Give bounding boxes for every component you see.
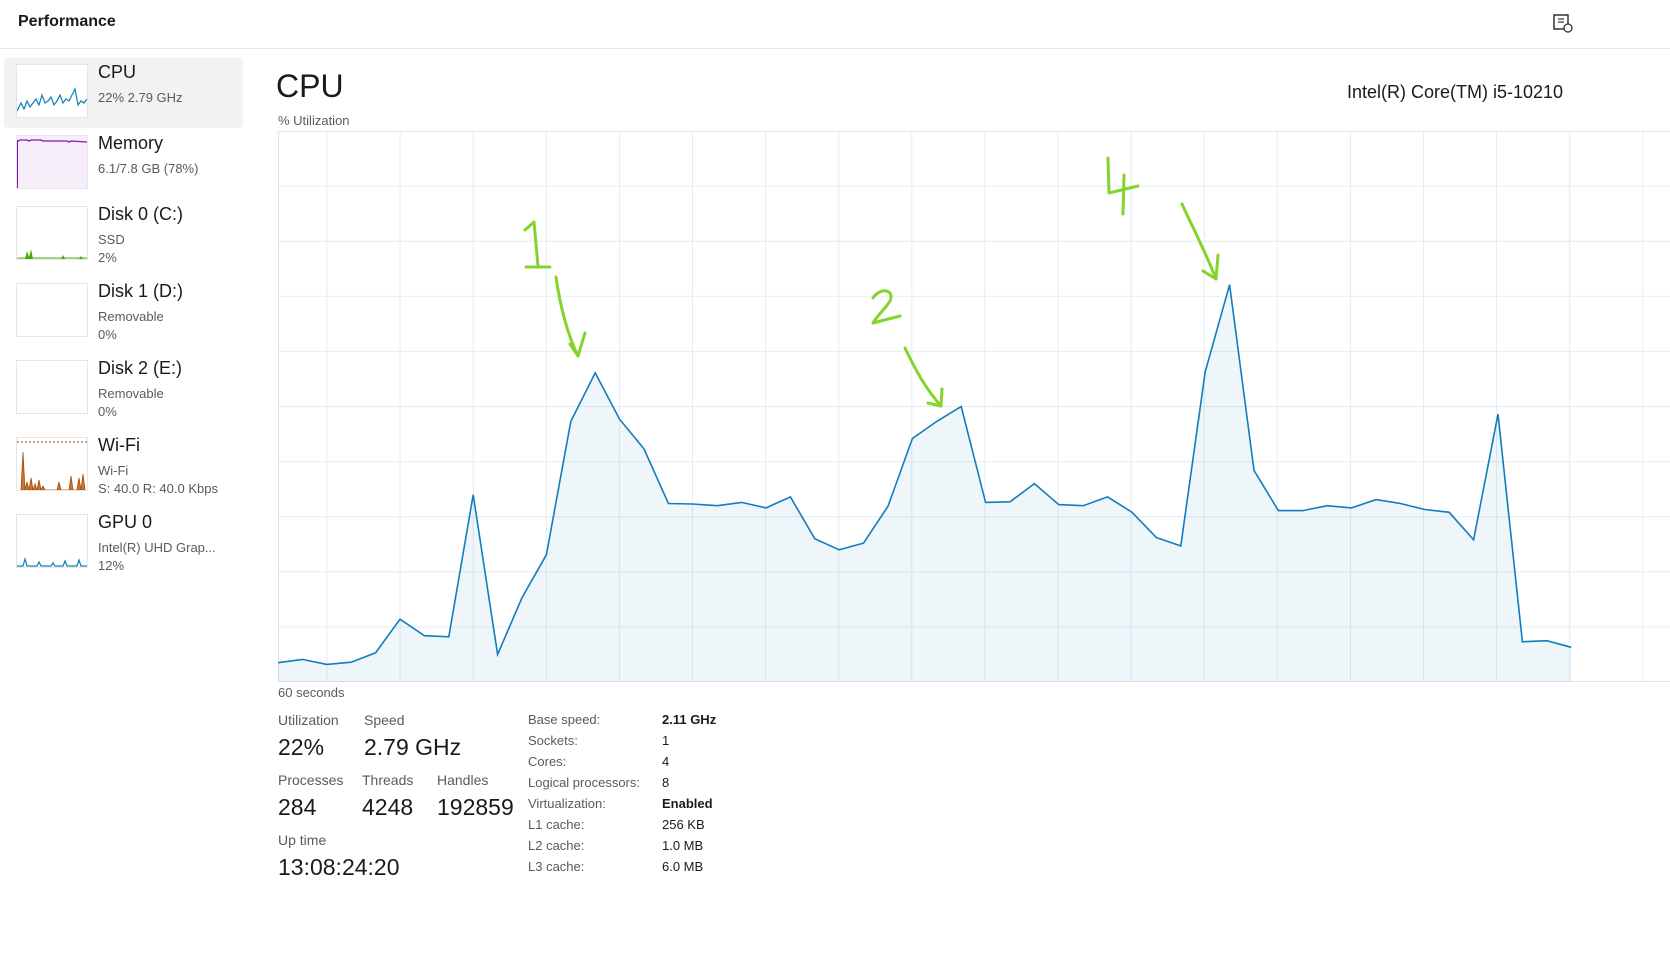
sidebar-item-label: Disk 0 (C:) (98, 204, 183, 224)
speed-value: 2.79 GHz (364, 734, 462, 760)
spec-value-l3-cache: 6.0 MB (662, 859, 704, 874)
processes-value: 284 (278, 794, 317, 820)
sidebar-item-label: Disk 2 (E:) (98, 358, 183, 378)
disk-1-thumbnail-graph (16, 283, 88, 337)
spec-value-cores: 4 (662, 754, 670, 769)
spec-value-l1-cache: 256 KB (662, 817, 705, 832)
sidebar-item-detail: 0% (98, 404, 117, 419)
annotation-1: 1 (523, 220, 587, 358)
title-bar: Performance (0, 0, 1670, 49)
spec-key-l1-cache: L1 cache: (528, 817, 585, 832)
page-title: Performance (18, 13, 116, 30)
annotation-2: 2 (871, 289, 944, 408)
cpu-utilization-graph: 1 2 4 (278, 131, 1670, 682)
spec-key-logical-processors: Logical processors: (528, 775, 640, 790)
sidebar-item-detail: Wi-Fi (98, 463, 129, 478)
disk-0-thumbnail-graph (16, 206, 88, 260)
spec-key-sockets: Sockets: (528, 733, 578, 748)
cpu-model-name: Intel(R) Core(TM) i5-10210 (1347, 82, 1564, 102)
sidebar-item-label: GPU 0 (98, 512, 153, 532)
time-axis-label: 60 seconds (278, 685, 345, 700)
main-title: CPU (276, 68, 344, 104)
sidebar-item-detail: 22% 2.79 GHz (98, 90, 183, 105)
sidebar-item-detail: Removable (98, 386, 164, 401)
sidebar-item-wifi[interactable]: Wi-Fi Wi-Fi S: 40.0 R: 40.0 Kbps (4, 431, 243, 501)
uptime-value: 13:08:24:20 (278, 854, 400, 880)
sidebar-item-disk-1[interactable]: Disk 1 (D:) Removable 0% (4, 277, 243, 347)
sidebar-item-detail: S: 40.0 R: 40.0 Kbps (98, 481, 218, 496)
disk-2-thumbnail-graph (16, 360, 88, 414)
processes-label: Processes (278, 772, 344, 788)
sidebar-item-label: Memory (98, 133, 164, 153)
speed-label: Speed (364, 712, 405, 728)
spec-key-cores: Cores: (528, 754, 567, 769)
utilization-value: 22% (278, 734, 325, 760)
memory-thumbnail-graph (16, 135, 88, 189)
sidebar-item-gpu-0[interactable]: GPU 0 Intel(R) UHD Grap... 12% (4, 508, 243, 578)
gpu-0-thumbnail-graph (16, 514, 88, 568)
sidebar-item-cpu[interactable]: CPU 22% 2.79 GHz (4, 58, 243, 128)
uptime-label: Up time (278, 832, 327, 848)
spec-key-l3-cache: L3 cache: (528, 859, 585, 874)
sidebar-item-detail: SSD (98, 232, 125, 247)
spec-key-base-speed: Base speed: (528, 712, 601, 727)
sidebar-item-detail: 12% (98, 558, 125, 573)
sidebar-item-disk-0[interactable]: Disk 0 (C:) SSD 2% (4, 200, 243, 270)
sidebar-item-label: Disk 1 (D:) (98, 281, 183, 301)
spec-key-l2-cache: L2 cache: (528, 838, 585, 853)
spec-value-base-speed: 2.11 GHz (662, 712, 717, 727)
handles-label: Handles (437, 772, 489, 788)
sidebar-item-detail: 6.1/7.8 GB (78%) (98, 161, 199, 176)
window-menu-icon[interactable] (1552, 12, 1574, 34)
utilization-label: Utilization (278, 712, 339, 728)
sidebar-item-memory[interactable]: Memory 6.1/7.8 GB (78%) (4, 129, 243, 199)
spec-value-logical-processors: 8 (662, 775, 670, 790)
threads-label: Threads (362, 772, 414, 788)
sidebar-item-detail: Removable (98, 309, 164, 324)
sidebar-item-detail: Intel(R) UHD Grap... (98, 540, 216, 555)
utilization-axis-label: % Utilization (278, 113, 350, 128)
wifi-thumbnail-graph (16, 437, 88, 491)
spec-value-sockets: 1 (662, 733, 670, 748)
spec-value-virtualization: Enabled (662, 796, 713, 811)
cpu-utilization-area (278, 284, 1572, 682)
sidebar-item-detail: 0% (98, 327, 117, 342)
annotation-4: 4 (1106, 156, 1220, 281)
cpu-thumbnail-graph (16, 64, 88, 118)
handles-value: 192859 (437, 794, 514, 820)
sidebar-item-label: CPU (98, 62, 137, 82)
sidebar-item-label: Wi-Fi (98, 435, 140, 455)
sidebar-item-disk-2[interactable]: Disk 2 (E:) Removable 0% (4, 354, 243, 424)
threads-value: 4248 (362, 794, 414, 820)
sidebar-item-detail: 2% (98, 250, 117, 265)
spec-value-l2-cache: 1.0 MB (662, 838, 704, 853)
spec-key-virtualization: Virtualization: (528, 796, 606, 811)
